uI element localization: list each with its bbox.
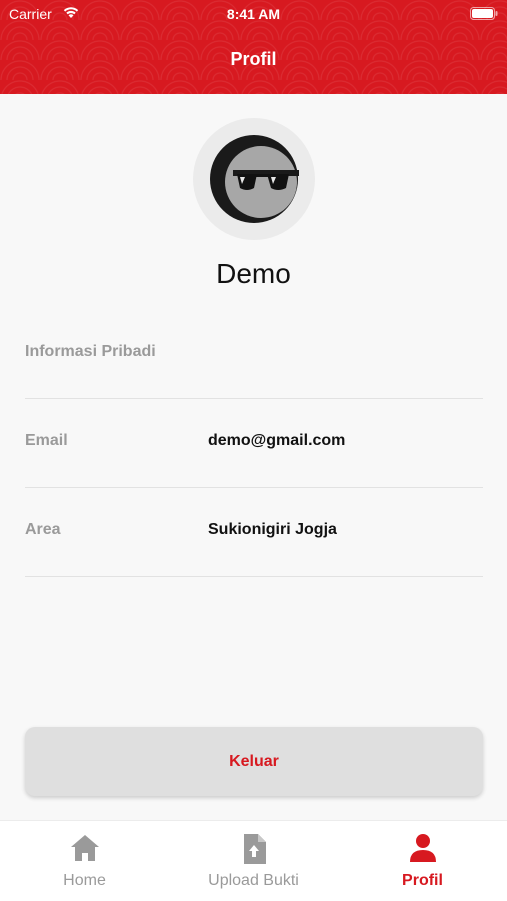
app-header: Carrier 8:41 AM Profil	[0, 0, 507, 94]
section-personal-info: Informasi Pribadi	[25, 309, 483, 399]
email-row: Email demo@gmail.com	[25, 398, 483, 488]
sunglasses-avatar-icon	[210, 135, 299, 223]
user-name: Demo	[216, 258, 291, 289]
area-row: Area Sukionigiri Jogja	[25, 487, 483, 577]
tab-profil-label: Profil	[402, 872, 443, 889]
tab-upload-bukti[interactable]: Upload Bukti	[169, 821, 338, 901]
avatar	[193, 118, 315, 240]
area-value: Sukionigiri Jogja	[208, 521, 337, 538]
logout-button[interactable]: Keluar	[25, 727, 483, 796]
status-time: 8:41 AM	[226, 6, 281, 22]
email-value: demo@gmail.com	[208, 432, 346, 449]
section-title: Informasi Pribadi	[25, 343, 156, 360]
area-label: Area	[25, 521, 61, 538]
page-title: Profil	[230, 49, 277, 69]
tab-home-label: Home	[63, 872, 106, 889]
home-icon	[70, 835, 99, 861]
email-label: Email	[25, 432, 68, 449]
upload-file-icon	[243, 834, 266, 864]
status-bar: Carrier 8:41 AM	[0, 0, 507, 28]
battery-icon	[470, 7, 498, 23]
tab-bar: Home Upload Bukti Profil	[0, 820, 507, 901]
tab-home[interactable]: Home	[0, 821, 169, 901]
tab-upload-label: Upload Bukti	[208, 872, 299, 889]
tab-profil[interactable]: Profil	[338, 821, 507, 901]
person-icon	[409, 834, 436, 862]
